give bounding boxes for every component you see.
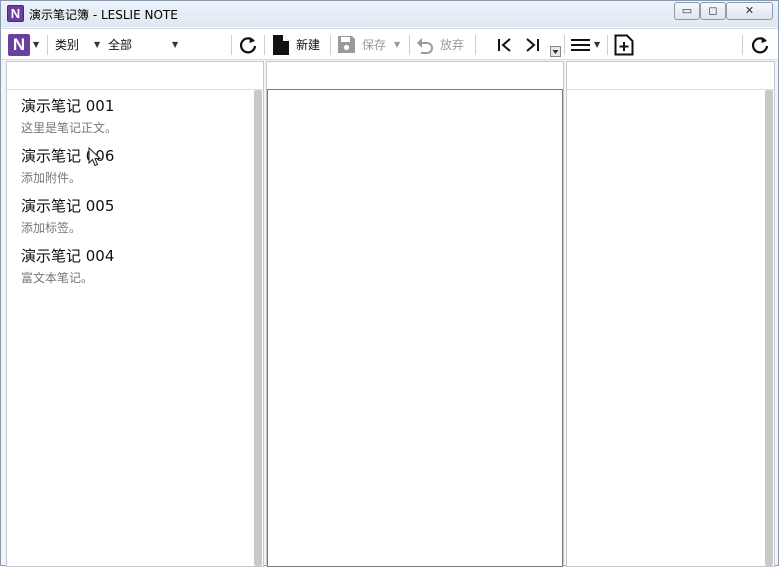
close-icon: ✕ <box>744 4 755 17</box>
discard-button[interactable]: 放弃 <box>415 29 464 60</box>
note-preview: 这里是笔记正文。 <box>21 121 118 135</box>
refresh-list-button[interactable] <box>238 29 258 60</box>
toolbar-divider <box>607 35 608 55</box>
toolbar-divider <box>47 35 48 55</box>
undo-icon <box>417 37 433 54</box>
refresh-icon <box>751 36 769 53</box>
note-list-scrollbar[interactable] <box>254 90 262 566</box>
mouse-cursor-icon <box>88 147 102 167</box>
note-list-search-field[interactable] <box>7 62 263 90</box>
maximize-icon: ◻ <box>708 4 718 17</box>
first-icon <box>498 37 511 52</box>
filter-dropdown[interactable]: 全部 ▼ <box>108 29 178 60</box>
save-label: 保存 <box>362 38 387 52</box>
refresh-icon <box>239 36 257 53</box>
chevron-down-icon: ▼ <box>594 40 601 49</box>
note-preview: 添加附件。 <box>21 171 82 185</box>
toolbar-overflow-button[interactable] <box>550 45 561 57</box>
note-title-field[interactable] <box>267 62 563 90</box>
chevron-down-icon: ▼ <box>94 40 101 49</box>
maximize-button[interactable]: ◻ <box>700 2 726 20</box>
note-preview: 添加标签。 <box>21 221 82 235</box>
last-icon <box>526 37 539 52</box>
new-note-icon <box>273 34 289 55</box>
minimize-icon: ▭ <box>681 4 693 17</box>
new-note-button[interactable]: 新建 <box>272 29 320 60</box>
title-bar[interactable]: N 演示笔记簿 - LESLIE NOTE ▭ ◻ ✕ <box>1 1 778 27</box>
notebook-menu-button[interactable]: N ▼ <box>8 29 39 60</box>
add-page-icon <box>614 34 634 55</box>
note-title: 演示笔记 001 <box>21 97 115 115</box>
refresh-attachments-button[interactable] <box>750 29 770 60</box>
chevron-down-icon: ▼ <box>33 40 40 49</box>
toolbar-divider <box>564 35 565 55</box>
toolbar-divider <box>475 35 476 55</box>
window-title: 演示笔记簿 - LESLIE NOTE <box>29 8 178 22</box>
note-list-panel: 演示笔记 001 这里是笔记正文。 演示笔记 006 添加附件。 演示笔记 00… <box>6 61 264 567</box>
close-button[interactable]: ✕ <box>726 2 773 20</box>
save-icon <box>338 36 355 53</box>
discard-label: 放弃 <box>440 38 465 52</box>
menu-button[interactable]: ▼ <box>571 29 600 60</box>
category-dropdown[interactable]: 类别 ▼ <box>55 29 100 60</box>
add-page-button[interactable] <box>614 29 634 60</box>
note-editor[interactable] <box>267 89 563 567</box>
toolbar-divider <box>742 35 743 55</box>
main-toolbar: N ▼ 类别 ▼ 全部 ▼ 新建 保存 ▼ 放弃 ▼ <box>2 28 778 60</box>
toolbar-divider <box>330 35 331 55</box>
note-title: 演示笔记 004 <box>21 247 115 265</box>
first-note-button[interactable] <box>496 29 514 60</box>
save-button[interactable]: 保存 ▼ <box>337 29 400 60</box>
chevron-down-icon: ▼ <box>172 40 179 49</box>
last-note-button[interactable] <box>523 29 541 60</box>
note-preview: 富文本笔记。 <box>21 271 94 285</box>
toolbar-divider <box>409 35 410 55</box>
app-logo-icon: N <box>7 5 24 22</box>
chevron-down-icon: ▼ <box>394 40 401 49</box>
app-window: N 演示笔记簿 - LESLIE NOTE ▭ ◻ ✕ N ▼ 类别 ▼ 全部 … <box>0 0 779 567</box>
note-title: 演示笔记 005 <box>21 197 115 215</box>
attachment-header <box>567 62 774 90</box>
list-item[interactable]: 演示笔记 001 这里是笔记正文。 <box>21 95 117 136</box>
overflow-arrow-icon <box>550 45 561 57</box>
category-label: 类别 <box>55 38 80 52</box>
notebook-logo-icon: N <box>8 33 30 56</box>
filter-label: 全部 <box>108 38 133 52</box>
attachment-scrollbar[interactable] <box>765 90 773 566</box>
minimize-button[interactable]: ▭ <box>674 2 700 20</box>
attachment-panel <box>566 61 775 567</box>
list-item[interactable]: 演示笔记 004 富文本笔记。 <box>21 245 114 286</box>
list-item[interactable]: 演示笔记 005 添加标签。 <box>21 195 114 236</box>
new-note-label: 新建 <box>296 38 321 52</box>
menu-icon <box>571 38 590 51</box>
toolbar-divider <box>264 35 265 55</box>
toolbar-divider <box>231 35 232 55</box>
